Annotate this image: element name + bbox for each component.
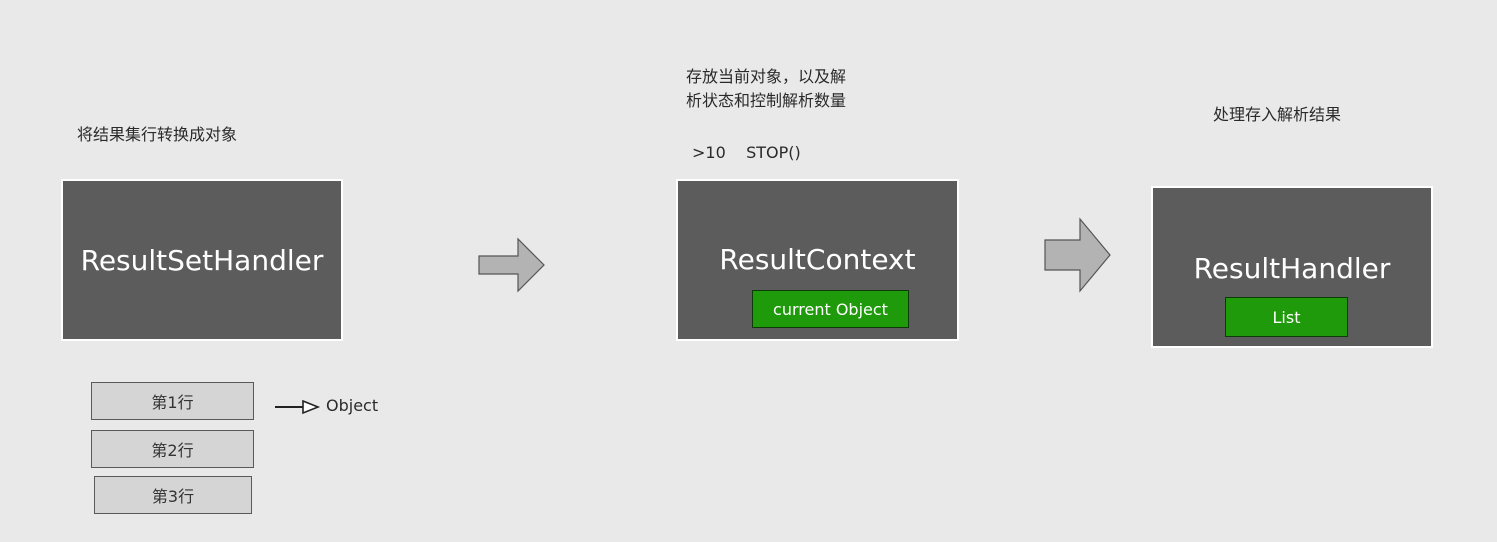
- result-context-box: ResultContext current Object: [676, 179, 959, 341]
- result-set-handler-label: ResultSetHandler: [80, 243, 324, 277]
- current-object-tag: current Object: [752, 290, 909, 328]
- row-box-1: 第1行: [91, 382, 254, 420]
- result-handler-caption: 处理存入解析结果: [1213, 105, 1342, 124]
- row-box-3: 第3行: [94, 476, 252, 514]
- result-set-handler-box: ResultSetHandler: [61, 179, 343, 341]
- flow-arrow-icon: [478, 237, 545, 293]
- row-to-object-arrow-icon: [275, 399, 321, 415]
- row-box-2: 第2行: [91, 430, 254, 468]
- context-caption: 存放当前对象，以及解 析状态和控制解析数量: [686, 67, 847, 110]
- object-label: Object: [326, 396, 379, 415]
- list-tag: List: [1225, 297, 1348, 337]
- handler-caption: 将结果集行转换成对象: [77, 125, 238, 144]
- flow-arrow-icon: [1044, 217, 1111, 293]
- stop-condition: >10 STOP(): [692, 143, 801, 162]
- result-handler-box: ResultHandler List: [1151, 186, 1433, 348]
- result-context-label: ResultContext: [719, 243, 916, 276]
- result-handler-label: ResultHandler: [1193, 252, 1391, 285]
